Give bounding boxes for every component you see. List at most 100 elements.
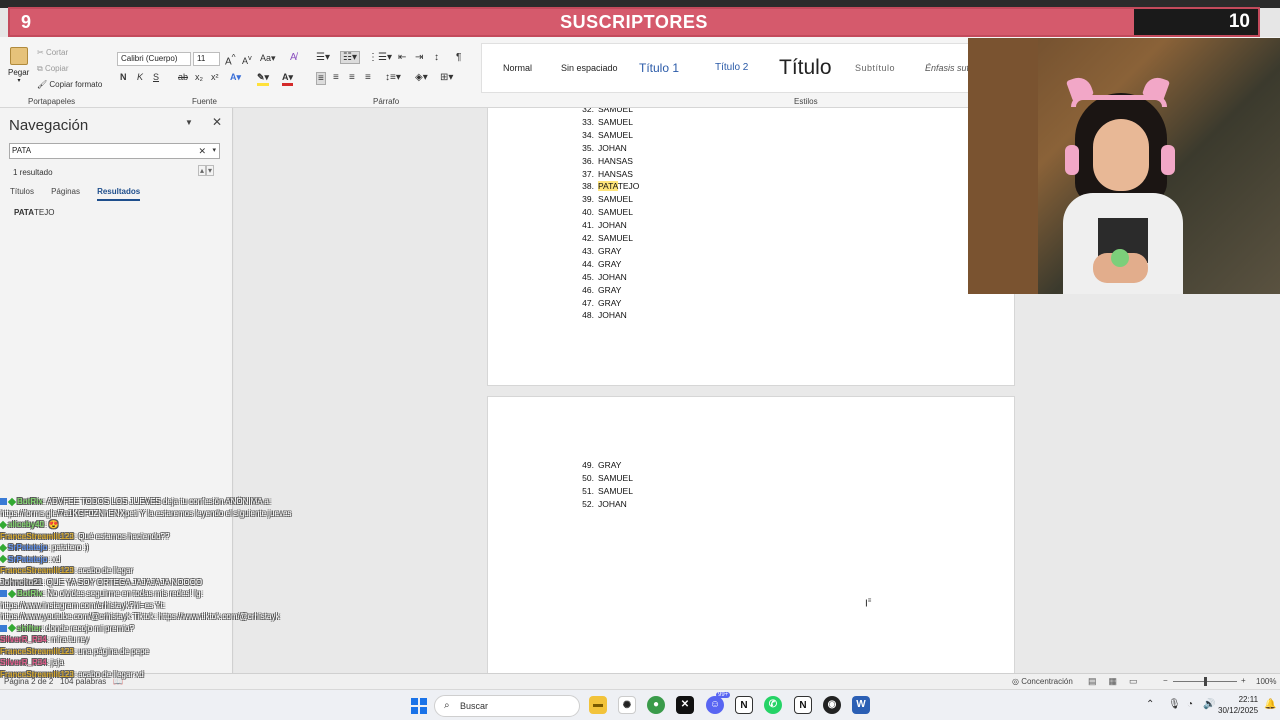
document-page-1[interactable]: 32. SAMUEL 33. SAMUEL 34. SAMUEL 35. JOHAN 36. HA… (487, 108, 1015, 386)
tab-pages[interactable]: Páginas (51, 187, 80, 199)
result-navigation-arrows[interactable]: ▴ ▾ (198, 165, 215, 176)
word-icon[interactable]: W (852, 696, 870, 714)
list-item[interactable]: 52. JOHAN (578, 499, 627, 509)
chrome-icon[interactable]: ● (647, 696, 665, 714)
read-mode-icon[interactable]: ▤ (1088, 676, 1109, 686)
search-result-item[interactable]: PATATEJO (14, 208, 54, 217)
chatgpt-icon[interactable]: ✺ (618, 696, 636, 714)
notion-icon-2[interactable]: N (794, 696, 812, 714)
document-page-2[interactable]: 49. GRAY 50. SAMUEL 51. SAMUEL 52. JOHAN (487, 396, 1015, 673)
shading-button[interactable]: ◈▾ (415, 72, 428, 83)
list-item[interactable]: 51. SAMUEL (578, 486, 633, 496)
obs-icon[interactable]: ◉ (823, 696, 841, 714)
align-left-button[interactable]: ≡ (316, 72, 326, 85)
style-no-spacing[interactable]: Sin espaciado (561, 44, 618, 92)
style-subtitle[interactable]: Subtítulo (855, 44, 895, 92)
increase-indent-button[interactable]: ⇥ (415, 52, 423, 63)
list-item[interactable]: 40. SAMUEL (578, 207, 633, 217)
list-item[interactable]: 50. SAMUEL (578, 473, 633, 483)
line-spacing-button[interactable]: ↕≡▾ (385, 72, 401, 83)
zoom-slider[interactable] (1173, 677, 1237, 686)
next-result-icon[interactable]: ▾ (206, 165, 215, 176)
copy-button[interactable]: ⧉ Copiar (37, 64, 69, 74)
zoom-in-icon[interactable]: + (1241, 676, 1246, 685)
microphone-icon[interactable]: 🎙 (1168, 699, 1181, 710)
search-input[interactable]: PATA ✕ ▾ (9, 143, 220, 159)
align-right-button[interactable]: ≡ (349, 72, 355, 83)
list-item[interactable]: 45. JOHAN (578, 272, 627, 282)
sort-button[interactable]: ↕ (434, 52, 439, 63)
notion-icon[interactable]: N (735, 696, 753, 714)
previous-result-icon[interactable]: ▴ (198, 165, 207, 176)
decrease-indent-button[interactable]: ⇤ (398, 52, 406, 63)
system-clock[interactable]: 22:11 30/12/2025 (1218, 694, 1258, 716)
text-effects-button[interactable]: A▾ (230, 72, 241, 83)
highlight-button[interactable]: ✎▾ (257, 72, 270, 86)
notification-bell-icon[interactable]: 🔔 (1264, 699, 1276, 710)
file-explorer-icon[interactable]: ▬ (589, 696, 607, 714)
list-item[interactable]: 43. GRAY (578, 246, 621, 256)
strikethrough-button[interactable]: ab (178, 72, 188, 82)
zoom-slider-handle[interactable] (1203, 677, 1207, 686)
list-item[interactable]: 36. HANSAS (578, 156, 633, 166)
style-title[interactable]: Título (779, 44, 832, 92)
borders-button[interactable]: ⊞▾ (440, 72, 453, 83)
style-subtle-emphasis[interactable]: Énfasis sutil (925, 44, 973, 92)
pane-options-icon[interactable]: ▼ (185, 118, 193, 127)
chevron-up-icon[interactable]: ⌃ (1146, 699, 1154, 710)
list-item[interactable]: 47. GRAY (578, 298, 621, 308)
superscript-button[interactable]: x² (211, 72, 219, 82)
capcut-icon[interactable]: ✕ (676, 696, 694, 714)
zoom-level[interactable]: 100% (1256, 677, 1276, 686)
taskbar-search[interactable]: ⌕ Buscar (434, 695, 580, 717)
chevron-down-icon[interactable]: ▾ (212, 144, 216, 158)
align-center-button[interactable]: ≡ (333, 72, 339, 83)
list-item[interactable]: 38. PATATEJO (578, 181, 639, 192)
shrink-font-button[interactable]: Av (242, 53, 252, 66)
zoom-out-icon[interactable]: − (1163, 676, 1168, 685)
list-item[interactable]: 48. JOHAN (578, 310, 627, 320)
list-item[interactable]: 33. SAMUEL (578, 117, 633, 127)
whatsapp-icon[interactable]: ✆ (764, 696, 782, 714)
italic-button[interactable]: K (137, 72, 143, 82)
paste-button[interactable]: Pegar ▾ (8, 47, 30, 87)
numbering-button[interactable]: ☷▾ (340, 51, 360, 64)
list-item[interactable]: 37. HANSAS (578, 169, 633, 179)
start-button[interactable] (411, 698, 427, 714)
cut-button[interactable]: ✂ Cortar (37, 48, 68, 57)
grow-font-button[interactable]: A^ (225, 52, 236, 67)
style-normal[interactable]: Normal (503, 44, 532, 92)
volume-icon[interactable]: 🔊 (1203, 699, 1215, 710)
print-layout-icon[interactable]: ▦ (1109, 676, 1130, 686)
list-item[interactable]: 39. SAMUEL (578, 194, 633, 204)
font-family-select[interactable]: Calibri (Cuerpo) (117, 52, 191, 66)
list-item[interactable]: 35. JOHAN (578, 143, 627, 153)
font-color-button[interactable]: A▾ (282, 72, 294, 86)
font-size-select[interactable]: 11 (193, 52, 220, 66)
style-heading-1[interactable]: Título 1 (639, 44, 679, 92)
discord-icon[interactable]: ☺ (706, 696, 724, 714)
tab-results[interactable]: Resultados (97, 187, 141, 201)
format-painter-button[interactable]: 🖌 Copiar formato (37, 80, 102, 89)
list-item[interactable]: 44. GRAY (578, 259, 621, 269)
tab-headings[interactable]: Títulos (10, 187, 34, 199)
clear-format-icon[interactable]: A̸ (290, 52, 297, 63)
subscript-button[interactable]: x₂ (195, 72, 203, 82)
style-heading-2[interactable]: Título 2 (715, 44, 748, 92)
list-item[interactable]: 32. SAMUEL (578, 108, 633, 114)
change-case-button[interactable]: Aa▾ (260, 53, 276, 64)
bullets-button[interactable]: ☰▾ (316, 52, 330, 63)
bold-button[interactable]: N (120, 72, 127, 82)
multilevel-list-button[interactable]: ⋮☰▾ (368, 52, 392, 63)
list-item[interactable]: 34. SAMUEL (578, 130, 633, 140)
close-icon[interactable]: ✕ (212, 115, 222, 129)
web-layout-icon[interactable]: ▭ (1129, 676, 1150, 686)
clear-search-icon[interactable]: ✕ (198, 144, 206, 158)
show-marks-button[interactable]: ¶ (456, 52, 461, 63)
list-item[interactable]: 42. SAMUEL (578, 233, 633, 243)
list-item[interactable]: 41. JOHAN (578, 220, 627, 230)
focus-button[interactable]: ◎ Concentración (1012, 677, 1073, 686)
list-item[interactable]: 49. GRAY (578, 460, 621, 470)
underline-button[interactable]: S (153, 72, 159, 82)
network-icon[interactable]: ◔ (1187, 699, 1193, 710)
